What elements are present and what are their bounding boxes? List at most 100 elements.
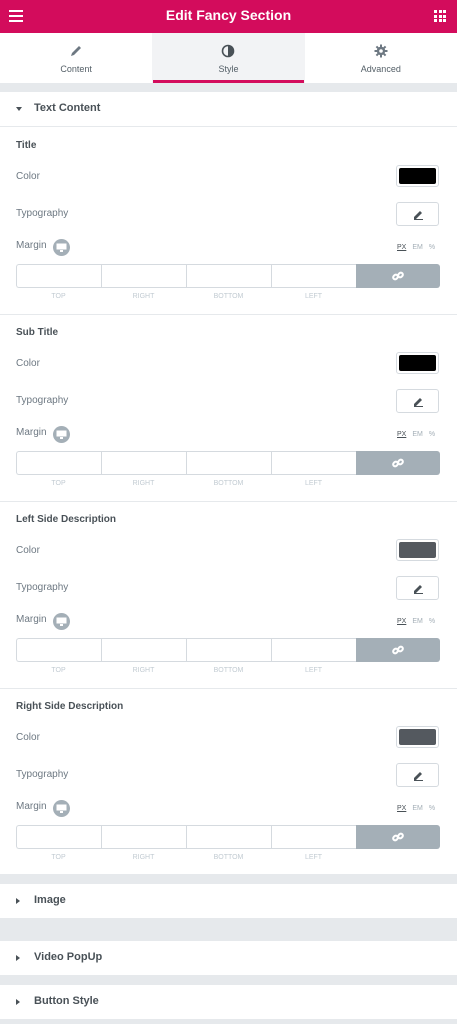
dim-label-right: RIGHT xyxy=(132,480,155,487)
margin-left-input[interactable] xyxy=(271,638,356,662)
section-button-style[interactable]: Button Style xyxy=(0,985,457,1019)
unit-switcher: PX EM% xyxy=(397,244,441,251)
tab-label: Advanced xyxy=(360,64,401,74)
gear-icon xyxy=(374,44,388,58)
margin-label: Margin xyxy=(16,427,47,438)
typography-edit-button[interactable] xyxy=(396,763,439,787)
section-title: Text Content xyxy=(34,102,101,114)
margin-right-input[interactable] xyxy=(101,264,186,288)
unit-px[interactable]: PX xyxy=(397,618,406,625)
caret-right-icon xyxy=(16,898,20,904)
pencil-icon xyxy=(414,398,423,407)
unit-percent[interactable]: % xyxy=(429,805,435,812)
dim-label-bottom: BOTTOM xyxy=(213,667,244,674)
pencil-icon xyxy=(71,46,82,56)
tab-advanced[interactable]: Advanced xyxy=(305,33,457,83)
unit-px[interactable]: PX xyxy=(397,244,406,251)
margin-label: Margin xyxy=(16,614,47,625)
divider xyxy=(0,314,457,315)
text-content-panel: Title Color Typography Margin PX EM% TOP R… xyxy=(0,127,457,874)
typography-edit-button[interactable] xyxy=(396,202,439,226)
link-icon xyxy=(392,458,404,468)
section-video-popup[interactable]: Video PopUp xyxy=(0,941,457,975)
margin-left-input[interactable] xyxy=(271,264,356,288)
unit-percent[interactable]: % xyxy=(429,431,435,438)
unit-px[interactable]: PX xyxy=(397,805,406,812)
responsive-desktop-icon[interactable] xyxy=(53,800,70,817)
margin-label: Margin xyxy=(16,801,47,812)
link-values-button[interactable] xyxy=(356,638,440,662)
margin-bottom-input[interactable] xyxy=(186,825,271,849)
unit-switcher: PX EM% xyxy=(397,618,441,625)
apps-grid-icon[interactable] xyxy=(434,10,446,22)
margin-label: Margin xyxy=(16,240,47,251)
margin-left-input[interactable] xyxy=(271,825,356,849)
margin-top-input[interactable] xyxy=(16,825,101,849)
color-picker[interactable] xyxy=(396,165,439,187)
link-values-button[interactable] xyxy=(356,825,440,849)
link-values-button[interactable] xyxy=(356,451,440,475)
unit-px[interactable]: PX xyxy=(397,431,406,438)
dim-label-bottom: BOTTOM xyxy=(213,293,244,300)
unit-percent[interactable]: % xyxy=(429,244,435,251)
color-picker[interactable] xyxy=(396,726,439,748)
group-title: Right Side Description xyxy=(16,701,124,712)
dim-label-bottom: BOTTOM xyxy=(213,854,244,861)
dim-label-left: LEFT xyxy=(304,667,323,674)
dim-label-right: RIGHT xyxy=(132,854,155,861)
tab-content[interactable]: Content xyxy=(0,33,152,83)
section-image[interactable]: Image xyxy=(0,884,457,918)
margin-bottom-input[interactable] xyxy=(186,638,271,662)
margin-top-input[interactable] xyxy=(16,264,101,288)
pencil-icon xyxy=(414,211,423,220)
dim-label-right: RIGHT xyxy=(132,293,155,300)
margin-top-input[interactable] xyxy=(16,638,101,662)
unit-em[interactable]: EM xyxy=(412,244,423,251)
section-text-content[interactable]: Text Content xyxy=(0,92,457,127)
pencil-icon xyxy=(414,772,423,781)
color-picker[interactable] xyxy=(396,352,439,374)
margin-right-input[interactable] xyxy=(101,825,186,849)
link-icon xyxy=(392,271,404,281)
margin-right-input[interactable] xyxy=(101,451,186,475)
unit-switcher: PX EM% xyxy=(397,431,441,438)
tab-style[interactable]: Style xyxy=(152,33,305,83)
color-label: Color xyxy=(16,732,40,743)
color-picker[interactable] xyxy=(396,539,439,561)
dim-label-top: TOP xyxy=(51,854,66,861)
caret-right-icon xyxy=(16,955,20,961)
color-swatch xyxy=(399,729,436,745)
typography-label: Typography xyxy=(16,769,69,780)
margin-left-input[interactable] xyxy=(271,451,356,475)
responsive-desktop-icon[interactable] xyxy=(53,239,70,256)
margin-bottom-input[interactable] xyxy=(186,451,271,475)
typography-edit-button[interactable] xyxy=(396,389,439,413)
typography-label: Typography xyxy=(16,395,69,406)
unit-em[interactable]: EM xyxy=(412,618,423,625)
unit-percent[interactable]: % xyxy=(429,618,435,625)
typography-edit-button[interactable] xyxy=(396,576,439,600)
dim-label-left: LEFT xyxy=(304,293,323,300)
dim-label-top: TOP xyxy=(51,293,66,300)
panel-header: Edit Fancy Section xyxy=(0,0,457,33)
section-title: Button Style xyxy=(34,995,99,1007)
margin-bottom-input[interactable] xyxy=(186,264,271,288)
section-title: Video PopUp xyxy=(34,951,103,963)
margin-right-input[interactable] xyxy=(101,638,186,662)
link-icon xyxy=(392,832,404,842)
caret-right-icon xyxy=(16,999,20,1005)
caret-down-icon xyxy=(16,107,22,111)
link-values-button[interactable] xyxy=(356,264,440,288)
responsive-desktop-icon[interactable] xyxy=(53,613,70,630)
dimension-labels: TOP RIGHT BOTTOM LEFT xyxy=(16,480,440,490)
tab-label: Style xyxy=(218,64,239,74)
margin-top-input[interactable] xyxy=(16,451,101,475)
tab-label: Content xyxy=(60,64,92,74)
pencil-icon xyxy=(414,585,423,594)
margin-dimensions xyxy=(16,825,440,849)
dim-label-bottom: BOTTOM xyxy=(213,480,244,487)
unit-em[interactable]: EM xyxy=(412,805,423,812)
responsive-desktop-icon[interactable] xyxy=(53,426,70,443)
section-title: Image xyxy=(34,894,66,906)
unit-em[interactable]: EM xyxy=(412,431,423,438)
